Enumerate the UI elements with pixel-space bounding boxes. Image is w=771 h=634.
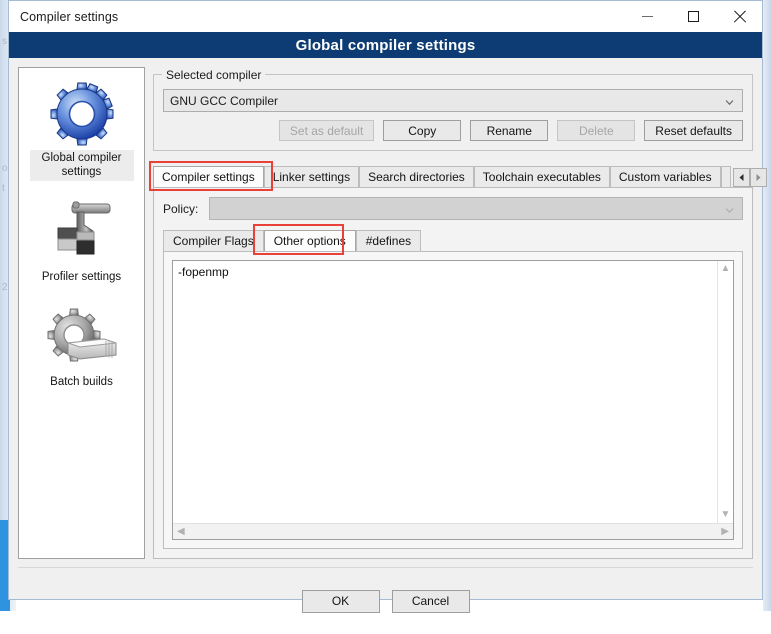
sidebar-item-batch-builds[interactable]: Batch builds [19, 302, 144, 391]
other-options-panel: ▲ ▼ ◀ ▶ [163, 251, 743, 549]
editor-main: ▲ ▼ [173, 261, 733, 523]
chevron-down-icon [725, 98, 734, 107]
tab-other-options[interactable]: Other options [263, 230, 356, 251]
tab-search-directories[interactable]: Search directories [359, 166, 474, 187]
policy-row: Policy: [163, 197, 743, 220]
delete-button[interactable]: Delete [557, 120, 636, 141]
scroll-left-icon[interactable]: ◀ [177, 526, 185, 537]
window-controls [624, 1, 762, 32]
tab-build-options[interactable]: Bui [720, 166, 731, 187]
gear-icon [44, 78, 120, 150]
window-title: Compiler settings [20, 9, 119, 24]
scroll-down-icon[interactable]: ▼ [721, 510, 731, 520]
tab-linker-settings[interactable]: Linker settings [263, 166, 360, 187]
reset-defaults-button[interactable]: Reset defaults [644, 120, 743, 141]
compiler-settings-panel: Policy: Compiler Flags Other options #de… [153, 187, 753, 559]
compiler-options-tab-bar: Compiler Flags Other options #defines [163, 224, 743, 255]
background-artifact-mid-2: t [2, 183, 5, 194]
background-artifact-mid-1: o [2, 163, 8, 174]
rename-button[interactable]: Rename [470, 120, 549, 141]
compiler-select-value: GNU GCC Compiler [170, 93, 279, 108]
set-as-default-button[interactable]: Set as default [278, 120, 375, 141]
settings-category-list: Global compiler settings Profiler settin… [18, 67, 145, 559]
scroll-up-icon[interactable]: ▲ [721, 264, 731, 274]
compiler-settings-dialog: Compiler settings Global compiler settin… [8, 0, 767, 613]
editor-vertical-scrollbar[interactable]: ▲ ▼ [717, 261, 733, 523]
settings-tab-bar: Compiler settings Linker settings Search… [149, 161, 767, 191]
policy-select[interactable] [209, 197, 743, 220]
ok-button[interactable]: OK [301, 589, 380, 613]
other-options-textarea[interactable] [173, 261, 717, 523]
close-button[interactable] [716, 1, 762, 32]
settings-content-pane: Selected compiler GNU GCC Compiler Set a… [149, 67, 767, 559]
policy-label: Policy: [163, 201, 199, 216]
chevron-down-icon [725, 206, 734, 215]
background-artifact-top: s [2, 36, 7, 47]
sidebar-item-label: Batch builds [50, 376, 113, 388]
sidebar-item-global-compiler-settings[interactable]: Global compiler settings [19, 78, 144, 181]
maximize-icon [687, 11, 699, 22]
sidebar-item-label: Profiler settings [41, 271, 122, 283]
tab-custom-variables[interactable]: Custom variables [609, 166, 721, 187]
scroll-right-icon[interactable]: ▶ [721, 526, 729, 537]
compiler-select[interactable]: GNU GCC Compiler [163, 89, 743, 112]
editor-horizontal-scrollbar[interactable]: ◀ ▶ [173, 523, 733, 539]
sidebar-item-profiler-settings[interactable]: Profiler settings [19, 197, 144, 286]
tab-defines[interactable]: #defines [355, 230, 422, 251]
tab-scroll-controls [732, 168, 767, 187]
dialog-banner: Global compiler settings [9, 32, 762, 58]
tab-scroll-left-icon[interactable] [732, 168, 750, 187]
title-bar: Compiler settings [9, 1, 762, 32]
minimize-icon [641, 16, 653, 17]
tab-compiler-settings[interactable]: Compiler settings [153, 166, 264, 187]
background-window-right-strip [763, 0, 771, 611]
dialog-banner-title: Global compiler settings [295, 36, 476, 54]
clamp-icon [44, 197, 120, 269]
gear-stack-icon [44, 302, 120, 374]
selected-compiler-group-title: Selected compiler [162, 68, 266, 82]
maximize-button[interactable] [670, 1, 716, 32]
close-icon [733, 10, 746, 23]
compiler-actions: Set as default Copy Rename Delete Reset … [163, 120, 743, 141]
tab-toolchain-executables[interactable]: Toolchain executables [473, 166, 610, 187]
dialog-body: Global compiler settings Profiler settin… [9, 58, 767, 559]
tab-scroll-right-icon[interactable] [749, 168, 767, 187]
dialog-footer: OK Cancel [18, 567, 753, 634]
sidebar-item-label: Global compiler settings [29, 150, 134, 181]
copy-button[interactable]: Copy [383, 120, 462, 141]
minimize-button[interactable] [624, 1, 670, 32]
background-artifact-bottom: 2 [2, 282, 8, 293]
selected-compiler-group: Selected compiler GNU GCC Compiler Set a… [153, 68, 753, 151]
other-options-editor: ▲ ▼ ◀ ▶ [172, 260, 734, 540]
cancel-button[interactable]: Cancel [391, 589, 470, 613]
tab-compiler-flags[interactable]: Compiler Flags [163, 230, 264, 251]
